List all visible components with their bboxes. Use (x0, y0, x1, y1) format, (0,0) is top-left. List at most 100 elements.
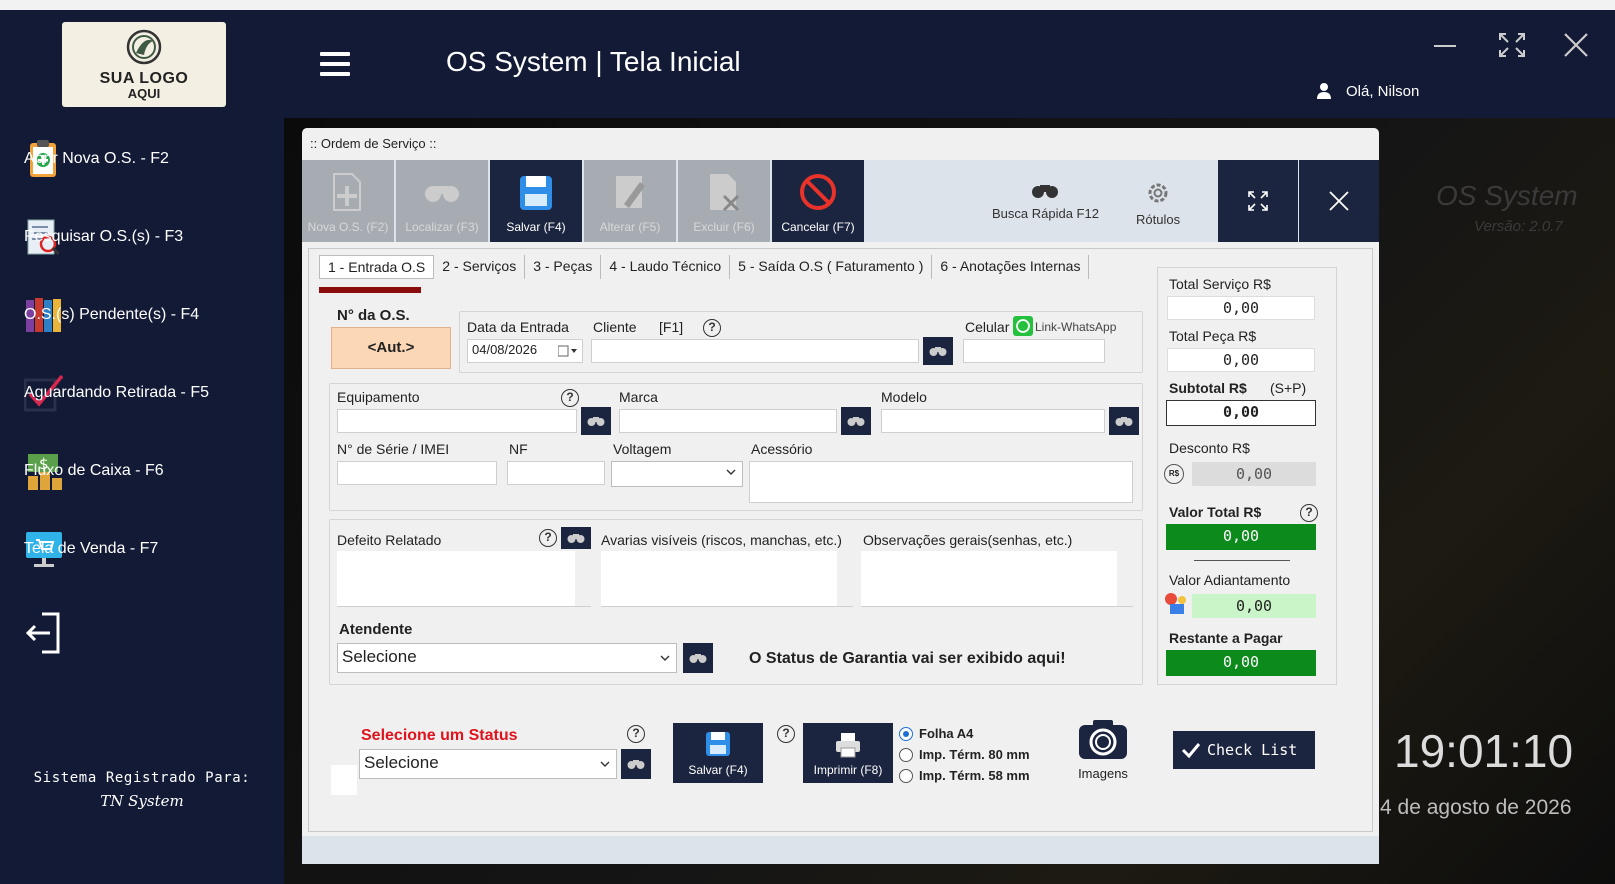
imprimir-help-icon[interactable]: ? (777, 725, 795, 743)
close-icon (1329, 191, 1349, 211)
maximize-icon[interactable] (1494, 28, 1530, 62)
defeito-scrollbar[interactable] (575, 551, 591, 606)
sidebar-item-label: Aguardando Retirada - F5 (24, 384, 209, 401)
status-select[interactable]: Selecione (359, 749, 617, 779)
celular-input[interactable] (963, 339, 1105, 363)
bottom-salvar-button[interactable]: Salvar (F4) (673, 723, 763, 783)
payment-icon[interactable] (1162, 590, 1188, 616)
serie-label: N° de Série / IMEI (337, 441, 450, 457)
minimize-icon[interactable] (1428, 28, 1464, 62)
sidebar-item-pesquisar-os[interactable]: Pesquisar O.S.(s) - F3 (24, 212, 274, 262)
alterar-button[interactable]: Alterar (F5) (584, 160, 676, 242)
cancelar-button[interactable]: Cancelar (F7) (772, 160, 864, 242)
desconto-currency-icon[interactable]: R$ (1164, 464, 1184, 484)
num-os-label: N° da O.S. (337, 307, 410, 324)
status-color-box (331, 765, 357, 795)
localizar-button[interactable]: Localizar (F3) (396, 160, 488, 242)
cliente-label: Cliente (593, 319, 637, 335)
defeito-textarea[interactable] (337, 551, 591, 607)
sidebar-item-nova-os[interactable]: Abrir Nova O.S. - F2 (24, 134, 274, 184)
nova-os-button[interactable]: Nova O.S. (F2) (302, 160, 394, 242)
nf-input[interactable] (507, 461, 605, 485)
observacoes-scrollbar[interactable] (1117, 551, 1133, 606)
desconto-field[interactable]: 0,00 (1192, 462, 1316, 486)
data-entrada-field[interactable]: 04/08/2026 (467, 339, 583, 363)
print-option-folha-a4[interactable]: Folha A4 (899, 726, 973, 741)
sidebar-item-tela-venda[interactable]: Tela de Venda - F7 (24, 524, 274, 574)
subtotal-label: Subtotal R$ (1169, 380, 1247, 396)
sidebar-item-fluxo-caixa[interactable]: $ Fluxo de Caixa - F6 (24, 446, 274, 496)
rotulos-button[interactable]: Rótulos (1136, 180, 1180, 227)
registered-label: Sistema Registrado Para: (33, 770, 251, 786)
imprimir-button[interactable]: Imprimir (F8) (803, 723, 893, 783)
logo-emblem-icon (126, 29, 162, 65)
busca-rapida-button[interactable]: Busca Rápida F12 (992, 180, 1099, 221)
tab-entrada-os[interactable]: 1 - Entrada O.S (319, 255, 435, 279)
excluir-button[interactable]: Excluir (F6) (678, 160, 770, 242)
checklist-button[interactable]: Check List (1173, 731, 1315, 769)
salvar-button[interactable]: Salvar (F4) (490, 160, 582, 242)
equipamento-help-icon[interactable]: ? (561, 389, 579, 407)
acessorio-input[interactable] (749, 461, 1133, 503)
acessorio-label: Acessório (751, 441, 813, 457)
print-option-label: Imp. Térm. 80 mm (919, 747, 1030, 762)
observacoes-textarea[interactable] (861, 551, 1133, 607)
equipamento-input[interactable] (337, 409, 577, 433)
atendente-label: Atendente (339, 621, 413, 638)
user-greeting: Olá, Nilson (1316, 82, 1419, 100)
cliente-help-icon[interactable]: ? (703, 319, 721, 337)
marca-search-button[interactable] (841, 407, 871, 435)
marca-label: Marca (619, 389, 658, 405)
modelo-input[interactable] (881, 409, 1105, 433)
whatsapp-link[interactable]: Link-WhatsApp (1035, 320, 1116, 334)
marca-input[interactable] (619, 409, 837, 433)
sidebar-item-label: Fluxo de Caixa - F6 (24, 462, 164, 479)
atendente-search-button[interactable] (683, 643, 713, 673)
avarias-label: Avarias visíveis (riscos, manchas, etc.) (601, 532, 842, 548)
close-icon[interactable] (1558, 28, 1594, 62)
imagens-button[interactable]: Imagens (1073, 719, 1133, 781)
expand-window-button[interactable] (1218, 160, 1298, 242)
adiantamento-field[interactable]: 0,00 (1192, 594, 1316, 618)
cancelar-label: Cancelar (F7) (781, 220, 855, 234)
tab-saida-os[interactable]: 5 - Saída O.S ( Faturamento ) (730, 255, 933, 279)
tab-anotacoes-internas[interactable]: 6 - Anotações Internas (932, 255, 1090, 279)
tab-laudo-tecnico[interactable]: 4 - Laudo Técnico (601, 255, 731, 279)
cliente-input[interactable] (591, 339, 919, 363)
binoculars-icon (627, 760, 645, 769)
print-option-termica-58[interactable]: Imp. Térm. 58 mm (899, 768, 1030, 783)
print-option-termica-80[interactable]: Imp. Térm. 80 mm (899, 747, 1030, 762)
window-footer (302, 836, 1379, 864)
hamburger-menu-icon[interactable] (320, 52, 350, 76)
binoculars-icon (1115, 417, 1133, 426)
defeito-search-button[interactable] (561, 527, 591, 549)
status-help-icon[interactable]: ? (627, 725, 645, 743)
checkmark-icon (1181, 743, 1201, 759)
total-peca-field: 0,00 (1167, 348, 1315, 372)
sidebar-item-aguardando-retirada[interactable]: Aguardando Retirada - F5 (24, 368, 274, 418)
cliente-search-button[interactable] (923, 337, 953, 365)
tab-servicos[interactable]: 2 - Serviços (434, 255, 526, 279)
whatsapp-icon[interactable] (1013, 316, 1033, 336)
avarias-scrollbar[interactable] (837, 551, 853, 606)
valor-total-help-icon[interactable]: ? (1300, 504, 1318, 522)
defeito-help-icon[interactable]: ? (539, 529, 557, 547)
close-window-button[interactable] (1299, 160, 1379, 242)
avarias-textarea[interactable] (601, 551, 853, 607)
floppy-disk-icon (706, 732, 730, 756)
voltagem-select[interactable] (611, 461, 743, 487)
num-os-field[interactable]: <Aut.> (331, 327, 451, 369)
sidebar-item-os-pendentes[interactable]: O.S.(s) Pendente(s) - F4 (24, 290, 274, 340)
logout-icon[interactable] (24, 610, 64, 656)
equipamento-search-button[interactable] (581, 407, 611, 435)
status-label: Selecione um Status (361, 727, 518, 744)
atendente-select[interactable]: Selecione (337, 643, 677, 673)
radio-icon (899, 747, 913, 762)
expand-icon (1248, 191, 1268, 211)
binoculars-icon (689, 654, 707, 663)
serie-input[interactable] (337, 461, 497, 485)
tab-pecas[interactable]: 3 - Peças (525, 255, 602, 279)
total-servico-field: 0,00 (1167, 296, 1315, 320)
modelo-search-button[interactable] (1109, 407, 1139, 435)
status-search-button[interactable] (621, 749, 651, 779)
